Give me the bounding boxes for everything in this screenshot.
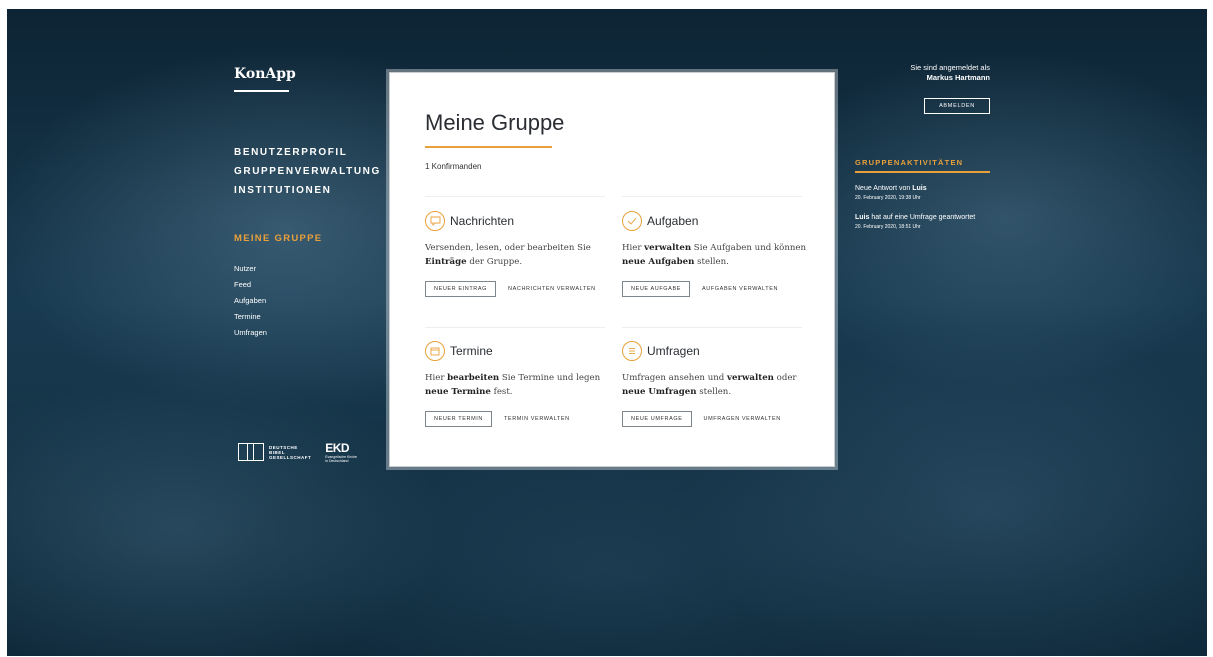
nachrichten-section: Nachrichten Versenden, lesen, oder bearb… <box>425 209 605 297</box>
nachrichten-verwalten-link[interactable]: NACHRICHTEN VERWALTEN <box>508 286 596 292</box>
termine-description: Hier bearbeiten Sie Termine und legen ne… <box>425 373 601 397</box>
sub-nav-item-feed[interactable]: Feed <box>234 277 267 293</box>
activity-item[interactable]: Luis hat auf eine Umfrage geantwortet 20… <box>855 213 990 232</box>
umfragen-title: Umfragen <box>647 344 700 358</box>
neuer-eintrag-button[interactable]: NEUER EINTRAG <box>425 281 497 297</box>
activity-time: 20. February 2020, 19:38 Uhr <box>855 194 921 201</box>
sub-nav-item-termine[interactable]: Termine <box>234 309 267 325</box>
neuer-termin-button[interactable]: NEUER TERMIN <box>425 411 492 427</box>
aufgaben-section: Aufgaben Hier verwalten Sie Aufgaben und… <box>622 209 806 297</box>
user-name: Markus Hartmann <box>926 73 990 82</box>
sub-nav-item-umfragen[interactable]: Umfragen <box>234 325 267 341</box>
activities-list: Neue Antwort von Luis 20. February 2020,… <box>855 184 990 242</box>
divider <box>425 327 605 328</box>
activities-underline <box>855 171 990 173</box>
member-count: 1 Konfirmanden <box>425 162 482 171</box>
umfragen-description: Umfragen ansehen und verwalten oder neue… <box>622 373 797 397</box>
ekd-logo: EKD Evangelische Kirche in Deutschland <box>325 441 357 463</box>
app-background: KonApp BENUTZERPROFIL GRUPPENVERWALTUNG … <box>7 9 1207 656</box>
neue-umfrage-button[interactable]: NEUE UMFRAGE <box>622 411 692 427</box>
calendar-icon <box>425 341 445 361</box>
title-underline <box>425 146 552 148</box>
nachrichten-title: Nachrichten <box>450 214 515 228</box>
app-logo[interactable]: KonApp <box>234 66 296 82</box>
neue-aufgabe-button[interactable]: NEUE AUFGABE <box>622 281 690 297</box>
umfragen-section: Umfragen Umfragen ansehen und verwalten … <box>622 339 802 427</box>
divider <box>425 196 605 197</box>
divider <box>622 327 802 328</box>
main-card: Meine Gruppe 1 Konfirmanden Nachrichten … <box>389 72 835 467</box>
ekd-line-2: in Deutschland <box>325 459 349 463</box>
main-nav: BENUTZERPROFIL GRUPPENVERWALTUNG INSTITU… <box>234 143 381 200</box>
ekd-mark: EKD <box>325 441 350 455</box>
logo-underline <box>234 90 289 92</box>
aufgaben-verwalten-link[interactable]: AUFGABEN VERWALTEN <box>702 286 778 292</box>
sub-nav-item-nutzer[interactable]: Nutzer <box>234 261 267 277</box>
nachrichten-description: Versenden, lesen, oder bearbeiten Sie Ei… <box>425 243 591 267</box>
bibel-line-3: GESELLSCHAFT <box>269 454 312 460</box>
aufgaben-title: Aufgaben <box>647 214 699 228</box>
checkmark-icon <box>622 211 642 231</box>
activity-time: 20. February 2020, 18:51 Uhr <box>855 223 921 230</box>
activity-item[interactable]: Neue Antwort von Luis 20. February 2020,… <box>855 184 990 203</box>
speech-bubble-icon <box>425 211 445 231</box>
partner-logos: DEUTSCHE BIBEL GESELLSCHAFT EKD Evangeli… <box>238 441 357 463</box>
page-title: Meine Gruppe <box>425 110 565 135</box>
termin-verwalten-link[interactable]: TERMIN VERWALTEN <box>504 416 570 422</box>
logged-in-label: Sie sind angemeldet als <box>910 63 990 72</box>
bibelgesellschaft-logo: DEUTSCHE BIBEL GESELLSCHAFT <box>238 443 311 461</box>
nav-item-gruppenverwaltung[interactable]: GRUPPENVERWALTUNG <box>234 162 381 181</box>
umfragen-verwalten-link[interactable]: UMFRAGEN VERWALTEN <box>704 416 781 422</box>
logout-button[interactable]: ABMELDEN <box>924 98 990 114</box>
aufgaben-description: Hier verwalten Sie Aufgaben und können n… <box>622 243 807 267</box>
activities-title: GRUPPENAKTIVITÄTEN <box>855 158 964 167</box>
nav-item-institutionen[interactable]: INSTITUTIONEN <box>234 181 381 200</box>
nav-item-benutzerprofil[interactable]: BENUTZERPROFIL <box>234 143 381 162</box>
sub-nav: Nutzer Feed Aufgaben Termine Umfragen <box>234 261 267 341</box>
termine-title: Termine <box>450 344 493 358</box>
divider <box>622 196 802 197</box>
login-status: Sie sind angemeldet als Markus Hartmann <box>910 63 990 83</box>
list-icon <box>622 341 642 361</box>
nav-section-meine-gruppe[interactable]: MEINE GRUPPE <box>234 233 322 244</box>
termine-section: Termine Hier bearbeiten Sie Termine und … <box>425 339 605 427</box>
bibel-mark-icon <box>238 443 264 461</box>
sub-nav-item-aufgaben[interactable]: Aufgaben <box>234 293 267 309</box>
